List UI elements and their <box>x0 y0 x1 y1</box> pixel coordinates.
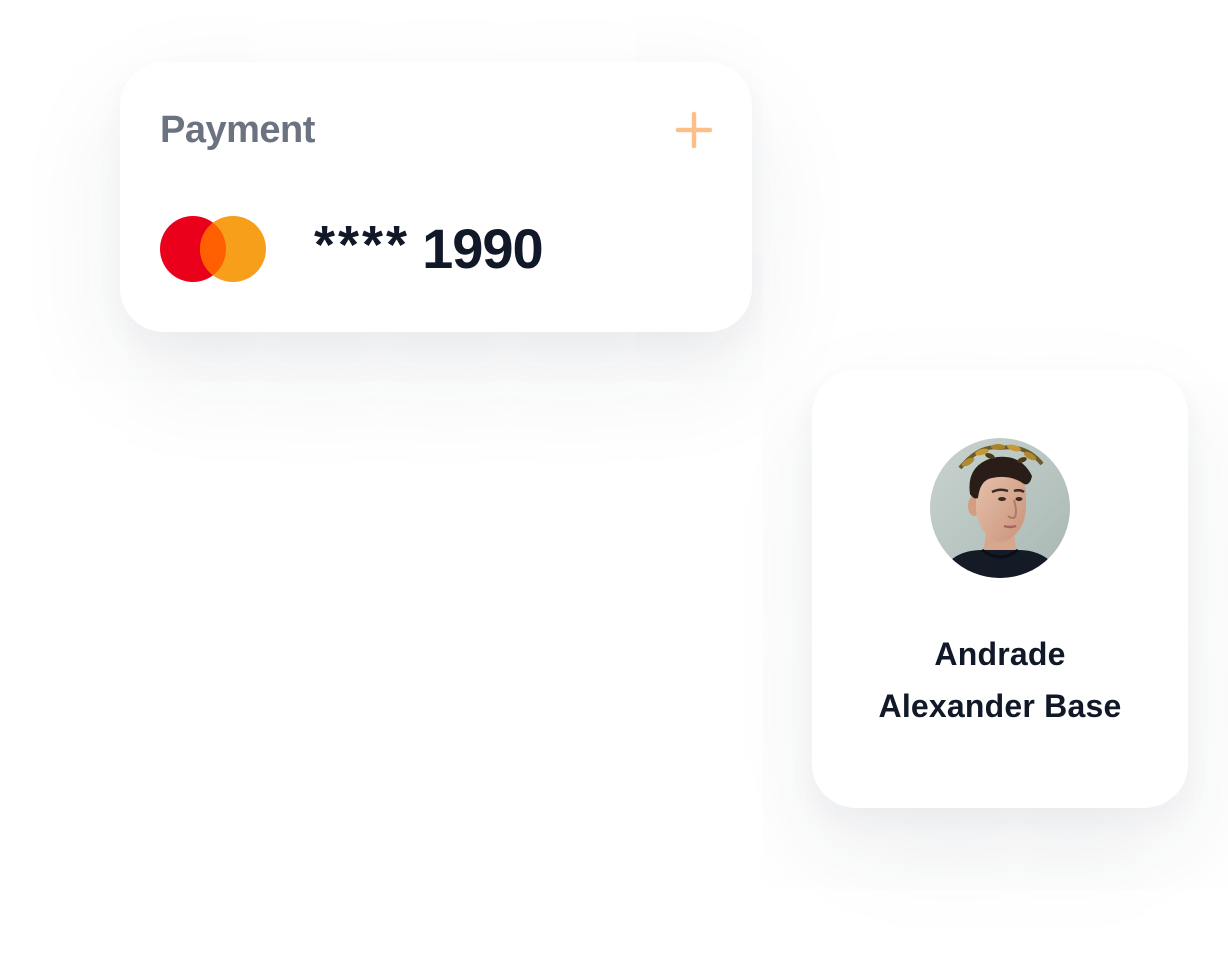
profile-card: Andrade Alexander Base <box>812 370 1188 808</box>
card-number-mask: **** <box>314 215 411 275</box>
profile-name: Andrade Alexander Base <box>812 628 1188 732</box>
add-payment-button[interactable] <box>672 108 716 152</box>
payment-title: Payment <box>160 109 315 151</box>
card-last-four: 1990 <box>422 217 544 280</box>
saved-card-row[interactable]: **** 1990 <box>160 214 720 284</box>
mastercard-logo-icon <box>160 216 266 282</box>
user-avatar[interactable] <box>930 438 1070 578</box>
plus-icon <box>675 111 713 149</box>
payment-card: Payment **** 1990 <box>120 62 752 332</box>
card-number: **** 1990 <box>314 215 544 282</box>
person-photo <box>930 438 1070 578</box>
canvas: Payment **** 1990 Andrade Alexander Base <box>0 0 1228 970</box>
profile-name-line1: Andrade <box>934 636 1066 672</box>
profile-name-line2: Alexander Base <box>878 688 1122 724</box>
